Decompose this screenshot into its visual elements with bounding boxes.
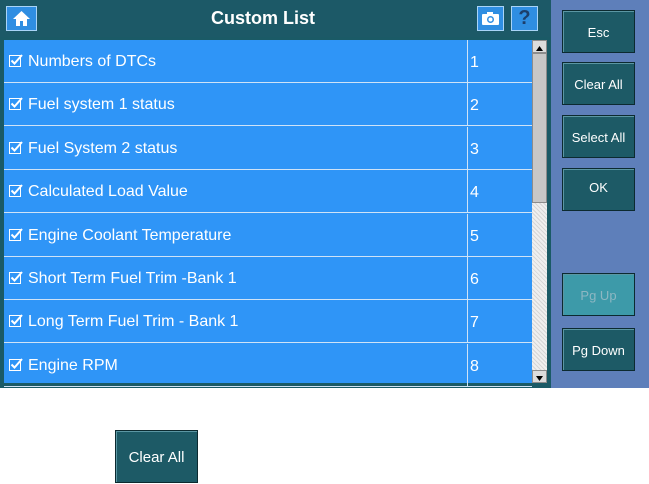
list-item[interactable]: Calculated Load Value 4 bbox=[4, 170, 532, 214]
list-item[interactable]: Short Term Fuel Trim -Bank 1 6 bbox=[4, 257, 532, 300]
list-item[interactable]: Fuel system 1 status 2 bbox=[4, 83, 532, 127]
camera-button[interactable] bbox=[477, 6, 504, 31]
help-button[interactable]: ? bbox=[511, 6, 538, 31]
list-item[interactable]: Engine Coolant Temperature 5 bbox=[4, 213, 532, 257]
column-divider bbox=[467, 126, 468, 170]
column-divider bbox=[467, 257, 468, 300]
list-item[interactable]: Fuel System 2 status 3 bbox=[4, 126, 532, 170]
checkbox-checked-icon[interactable] bbox=[9, 227, 23, 241]
list-item-number: 8 bbox=[470, 357, 479, 375]
list-item-label: Engine Coolant Temperature bbox=[28, 226, 232, 244]
list-item-number: 3 bbox=[470, 140, 479, 158]
column-divider bbox=[467, 40, 468, 83]
main-panel: Custom List ? Numbers of DTCs1Fuel sys bbox=[0, 0, 551, 388]
ok-button[interactable]: OK bbox=[562, 168, 635, 211]
checkbox-checked-icon[interactable] bbox=[9, 140, 23, 154]
list-item-label: Fuel system 1 status bbox=[28, 96, 175, 114]
column-divider bbox=[467, 213, 468, 257]
checkbox-checked-icon[interactable] bbox=[9, 313, 23, 328]
checkbox-checked-icon[interactable] bbox=[9, 270, 23, 284]
scrollbar[interactable] bbox=[532, 40, 547, 383]
checkbox-checked-icon[interactable] bbox=[9, 183, 23, 198]
list-item-label: Numbers of DTCs bbox=[28, 53, 157, 70]
list-item-label: Long Term Fuel Trim - Bank 1 bbox=[28, 313, 239, 331]
list-item-label: Fuel System 2 status bbox=[28, 139, 178, 157]
column-divider bbox=[467, 300, 468, 344]
list-item[interactable]: Engine RPM 8 bbox=[4, 343, 532, 387]
select-all-button[interactable]: Select All bbox=[562, 115, 635, 158]
home-icon bbox=[13, 11, 30, 26]
scroll-up-button[interactable] bbox=[532, 40, 547, 53]
list-item[interactable]: Numbers of DTCs 1 bbox=[4, 40, 532, 83]
list-item-label: Short Term Fuel Trim -Bank 1 bbox=[28, 270, 237, 287]
scroll-thumb[interactable] bbox=[532, 53, 547, 203]
page-title: Custom List bbox=[210, 8, 315, 28]
page-up-button[interactable]: Pg Up bbox=[562, 273, 635, 316]
list-item-number: 5 bbox=[470, 227, 479, 245]
checkbox-checked-icon[interactable] bbox=[9, 357, 23, 371]
page-down-button[interactable]: Pg Down bbox=[562, 328, 635, 371]
checkbox-checked-icon[interactable] bbox=[9, 53, 23, 67]
list-item-number: 1 bbox=[470, 54, 479, 71]
list-item[interactable]: Long Term Fuel Trim - Bank 1 7 bbox=[4, 300, 532, 344]
list-item-number: 6 bbox=[470, 271, 479, 288]
custom-list: Numbers of DTCs 1 Fuel system 1 status 2 Fue… bbox=[4, 40, 532, 387]
clear-all-button[interactable]: Clear All bbox=[562, 62, 635, 105]
camera-icon bbox=[482, 12, 499, 25]
column-divider bbox=[467, 343, 468, 387]
header-bar: Custom List ? bbox=[0, 0, 551, 37]
list-item-number: 2 bbox=[470, 97, 479, 115]
checkbox-checked-icon[interactable] bbox=[9, 96, 23, 111]
esc-button[interactable]: Esc bbox=[562, 10, 635, 53]
list-item-number: 4 bbox=[470, 184, 479, 202]
app-screen: Custom List ? Numbers of DTCs1Fuel sys bbox=[0, 0, 649, 388]
clear-all-tooltip-button[interactable]: Clear All bbox=[115, 430, 198, 483]
list-item-label: Calculated Load Value bbox=[28, 183, 188, 201]
arrow-down-icon bbox=[536, 376, 543, 381]
scroll-down-button[interactable] bbox=[532, 370, 547, 383]
column-divider bbox=[467, 170, 468, 214]
list-item-number: 7 bbox=[470, 314, 479, 332]
home-button[interactable] bbox=[6, 6, 37, 31]
column-divider bbox=[467, 83, 468, 127]
help-icon: ? bbox=[518, 7, 531, 29]
list-item-label: Engine RPM bbox=[28, 356, 118, 374]
